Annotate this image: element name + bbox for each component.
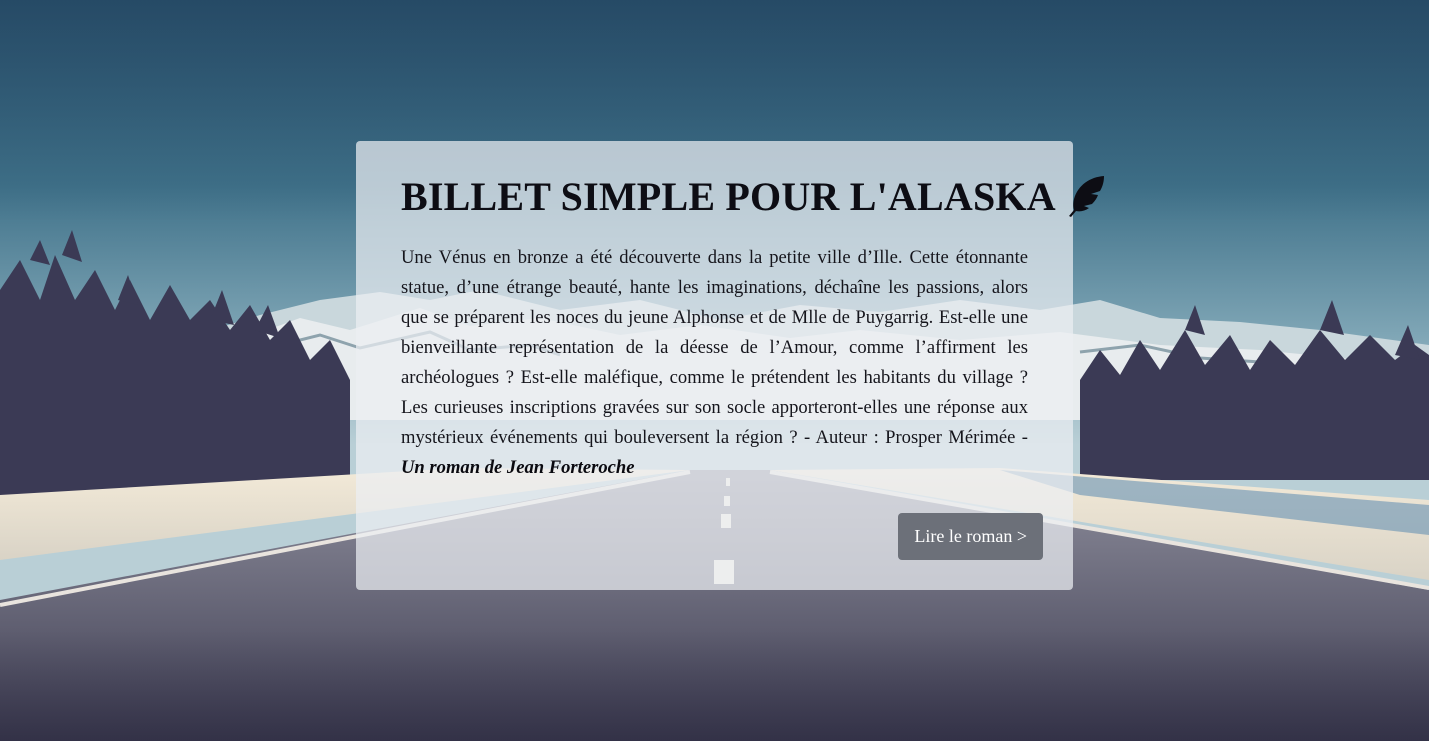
feather-icon: [1066, 175, 1106, 217]
synopsis-text: Une Vénus en bronze a été découverte dan…: [401, 247, 1028, 448]
title-row: BILLET SIMPLE POUR L'ALASKA: [401, 171, 1104, 221]
byline: Un roman de Jean Forteroche: [401, 457, 635, 478]
page-title: BILLET SIMPLE POUR L'ALASKA: [401, 173, 1056, 219]
book-synopsis: Une Vénus en bronze a été découverte dan…: [401, 243, 1028, 483]
read-novel-button[interactable]: Lire le roman >: [898, 513, 1043, 560]
hero-card: BILLET SIMPLE POUR L'ALASKA Une Vénus en…: [356, 141, 1104, 590]
